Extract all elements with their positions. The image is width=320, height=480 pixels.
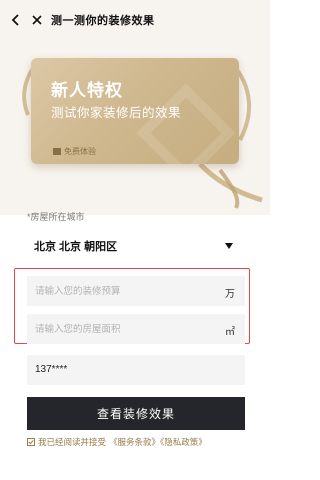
- close-icon[interactable]: [30, 13, 44, 27]
- promo-card: 新人特权 测试你家装修后的效果 免费体验: [31, 58, 239, 164]
- trial-badge: 免费体验: [53, 146, 96, 157]
- agreement-row: 我已经阅读并接受 《服务条款》《隐私政策》: [27, 436, 207, 448]
- nav-bar: 测一测你的装修效果: [0, 0, 270, 40]
- card-subtitle: 测试你家装修后的效果: [51, 106, 182, 120]
- phone-field[interactable]: 137****: [27, 355, 245, 385]
- city-label: *房屋所在城市: [27, 212, 85, 222]
- card-diamond-decoration: [136, 83, 236, 164]
- city-select[interactable]: 北京 北京 朝阳区: [27, 233, 245, 259]
- phone-value: 137****: [35, 364, 68, 375]
- trial-label: 免费体验: [64, 147, 96, 156]
- card-title: 新人特权: [51, 81, 123, 100]
- budget-field: 万: [27, 276, 245, 306]
- terms-privacy-links[interactable]: 《服务条款》《隐私政策》: [109, 436, 207, 448]
- area-field: ㎡: [27, 314, 245, 344]
- page-title: 测一测你的装修效果: [51, 15, 155, 27]
- city-value: 北京 北京 朝阳区: [34, 241, 118, 253]
- budget-input[interactable]: [27, 276, 207, 306]
- flag-icon: [53, 148, 61, 155]
- view-effect-button[interactable]: 查看装修效果: [27, 397, 245, 430]
- back-icon[interactable]: [9, 12, 23, 28]
- agreement-text: 我已经阅读并接受: [38, 437, 107, 447]
- area-input[interactable]: [27, 314, 207, 344]
- checkbox-icon[interactable]: [27, 438, 35, 446]
- budget-unit: 万: [225, 289, 235, 300]
- area-unit: ㎡: [225, 327, 235, 338]
- dropdown-caret-icon: [225, 243, 233, 249]
